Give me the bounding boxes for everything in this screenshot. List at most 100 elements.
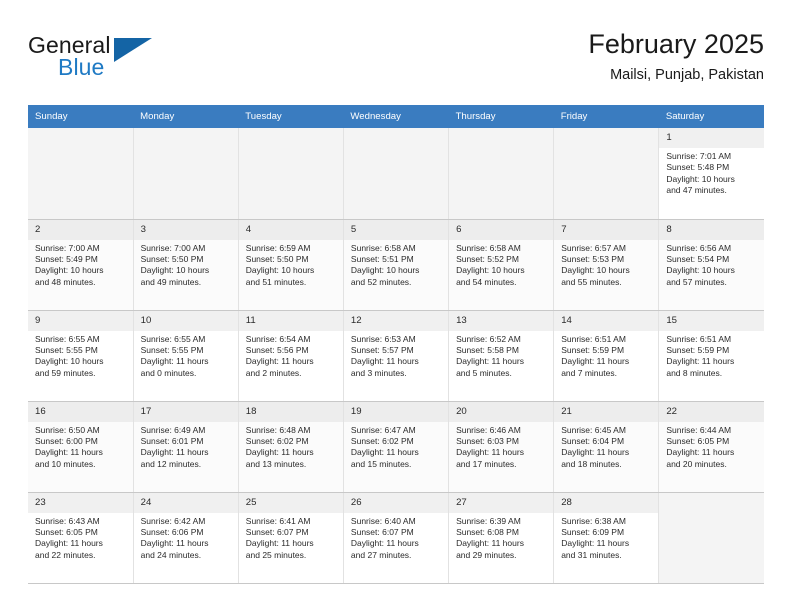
calendar-body: 1 Sunrise: 7:01 AM Sunset: 5:48 PM Daylight… [28,128,764,584]
day-details: Sunrise: 6:55 AM Sunset: 5:55 PM Daylight:… [134,331,238,380]
day-details: Sunrise: 6:41 AM Sunset: 6:07 PM Daylight:… [239,513,343,562]
sunrise-time: Sunrise: 6:38 AM [561,515,626,526]
daylight-duration-line2: and 27 minutes. [350,549,412,560]
calendar-day-cell[interactable]: 25 Sunrise: 6:41 AM Sunset: 6:07 PM Dayligh… [238,492,344,584]
calendar-day-cell[interactable]: 1 Sunrise: 7:01 AM Sunset: 5:48 PM Daylight… [658,128,764,220]
calendar-day-cell[interactable]: 7 Sunrise: 6:57 AM Sunset: 5:53 PM Daylight… [553,219,660,311]
day-number: 11 [238,310,343,331]
sunrise-time: Sunrise: 6:49 AM [140,424,206,435]
calendar-week-row: 16 Sunrise: 6:50 AM Sunset: 6:00 PM Dayligh… [28,401,764,493]
calendar-day-cell[interactable]: 19 Sunrise: 6:47 AM Sunset: 6:02 PM Dayligh… [343,401,450,493]
daylight-duration-line1: Daylight: 10 hours [35,356,104,367]
day-details: Sunrise: 6:51 AM Sunset: 5:59 PM Daylight:… [554,331,658,380]
calendar-day-cell[interactable]: 21 Sunrise: 6:45 AM Sunset: 6:04 PM Dayligh… [553,401,660,493]
daylight-duration-line2: and 24 minutes. [140,549,202,560]
daylight-duration-line1: Daylight: 10 hours [35,265,104,276]
calendar-day-cell[interactable]: 22 Sunrise: 6:44 AM Sunset: 6:05 PM Dayligh… [658,401,764,493]
day-number: 26 [343,492,449,513]
calendar-day-cell[interactable]: 13 Sunrise: 6:52 AM Sunset: 5:58 PM Dayligh… [448,310,555,402]
calendar-day-cell[interactable]: 23 Sunrise: 6:43 AM Sunset: 6:05 PM Dayligh… [28,492,134,584]
daylight-duration-line1: Daylight: 10 hours [561,265,630,276]
title-block: February 2025 Mailsi, Punjab, Pakistan [588,28,764,84]
calendar-day-cell[interactable]: 6 Sunrise: 6:58 AM Sunset: 5:52 PM Daylight… [448,219,555,311]
sunset-time: Sunset: 6:07 PM [245,526,309,537]
calendar-day-cell[interactable]: 15 Sunrise: 6:51 AM Sunset: 5:59 PM Dayligh… [658,310,764,402]
general-blue-logo[interactable]: General Blue [28,32,208,88]
day-number: 22 [659,401,764,422]
sunrise-time: Sunrise: 7:00 AM [35,242,100,253]
sunrise-time: Sunrise: 7:01 AM [666,151,732,161]
calendar-day-cell[interactable]: 17 Sunrise: 6:49 AM Sunset: 6:01 PM Dayligh… [133,401,239,493]
calendar-day-cell-empty [553,128,660,220]
calendar-day-cell[interactable]: 8 Sunrise: 6:56 AM Sunset: 5:54 PM Daylight… [658,219,764,311]
sunset-time: Sunset: 5:57 PM [350,344,414,355]
daylight-duration-line2: and 2 minutes. [245,367,302,378]
day-details: Sunrise: 6:48 AM Sunset: 6:02 PM Daylight:… [239,422,343,471]
calendar-week-row: 1 Sunrise: 7:01 AM Sunset: 5:48 PM Daylight… [28,128,764,220]
daylight-duration-line1: Daylight: 11 hours [456,356,524,367]
calendar-day-cell-empty [658,492,764,584]
daylight-duration-line2: and 57 minutes. [666,276,727,287]
sunset-time: Sunset: 5:49 PM [35,253,98,264]
day-details: Sunrise: 6:59 AM Sunset: 5:50 PM Daylight:… [239,240,343,289]
weekday-header-friday: Friday [553,105,659,128]
sunrise-time: Sunrise: 6:50 AM [35,424,100,435]
sunrise-time: Sunrise: 6:43 AM [35,515,100,526]
calendar-day-cell[interactable]: 11 Sunrise: 6:54 AM Sunset: 5:56 PM Dayligh… [238,310,344,402]
sunset-time: Sunset: 5:59 PM [666,344,730,355]
sunrise-time: Sunrise: 6:57 AM [561,242,626,253]
calendar-day-cell[interactable]: 24 Sunrise: 6:42 AM Sunset: 6:06 PM Dayligh… [133,492,239,584]
calendar-day-cell[interactable]: 10 Sunrise: 6:55 AM Sunset: 5:55 PM Dayligh… [133,310,239,402]
calendar-day-cell[interactable]: 27 Sunrise: 6:39 AM Sunset: 6:08 PM Dayligh… [448,492,555,584]
day-details: Sunrise: 6:50 AM Sunset: 6:00 PM Daylight:… [28,422,133,471]
day-number: 27 [449,492,554,513]
calendar-day-cell[interactable]: 18 Sunrise: 6:48 AM Sunset: 6:02 PM Dayligh… [238,401,344,493]
sunrise-time: Sunrise: 7:00 AM [140,242,206,253]
daylight-duration-line2: and 54 minutes. [456,276,517,287]
day-details: Sunrise: 6:47 AM Sunset: 6:02 PM Daylight:… [344,422,448,471]
daylight-duration-line1: Daylight: 11 hours [456,538,524,549]
calendar-day-cell[interactable]: 4 Sunrise: 6:59 AM Sunset: 5:50 PM Daylight… [238,219,344,311]
day-details: Sunrise: 6:57 AM Sunset: 5:53 PM Daylight:… [554,240,658,289]
sunset-time: Sunset: 6:02 PM [245,435,309,446]
sunset-time: Sunset: 6:03 PM [456,435,519,446]
day-details: Sunrise: 6:55 AM Sunset: 5:55 PM Daylight:… [28,331,133,380]
day-number: 5 [343,219,449,240]
sunset-time: Sunset: 6:04 PM [561,435,625,446]
daylight-duration-line1: Daylight: 11 hours [561,538,630,549]
daylight-duration-line1: Daylight: 11 hours [561,447,630,458]
sunrise-time: Sunrise: 6:58 AM [350,242,416,253]
calendar-day-cell[interactable]: 20 Sunrise: 6:46 AM Sunset: 6:03 PM Dayligh… [448,401,555,493]
calendar-day-cell-empty [238,128,344,220]
daylight-duration-line2: and 5 minutes. [456,367,512,378]
day-number: 8 [659,219,764,240]
day-details: Sunrise: 6:54 AM Sunset: 5:56 PM Daylight:… [239,331,343,380]
calendar-day-cell[interactable]: 28 Sunrise: 6:38 AM Sunset: 6:09 PM Dayligh… [553,492,660,584]
weekday-header-sunday: Sunday [28,105,134,128]
daylight-duration-line2: and 0 minutes. [140,367,197,378]
day-number: 17 [133,401,238,422]
calendar-day-cell[interactable]: 3 Sunrise: 7:00 AM Sunset: 5:50 PM Daylight… [133,219,239,311]
daylight-duration-line1: Daylight: 10 hours [456,265,525,276]
location-subtitle: Mailsi, Punjab, Pakistan [610,67,764,83]
calendar-day-cell[interactable]: 16 Sunrise: 6:50 AM Sunset: 6:00 PM Dayligh… [28,401,134,493]
day-details: Sunrise: 7:00 AM Sunset: 5:50 PM Daylight:… [134,240,238,289]
day-details: Sunrise: 6:39 AM Sunset: 6:08 PM Daylight:… [449,513,553,562]
day-details: Sunrise: 6:49 AM Sunset: 6:01 PM Daylight:… [134,422,238,471]
daylight-duration-line2: and 22 minutes. [35,549,96,560]
day-details: Sunrise: 6:40 AM Sunset: 6:07 PM Daylight:… [344,513,448,562]
calendar-day-cell[interactable]: 2 Sunrise: 7:00 AM Sunset: 5:49 PM Daylight… [28,219,134,311]
sunrise-time: Sunrise: 6:58 AM [456,242,521,253]
day-details: Sunrise: 6:45 AM Sunset: 6:04 PM Daylight:… [554,422,658,471]
sunset-time: Sunset: 5:54 PM [666,253,730,264]
day-number: 14 [554,310,659,331]
calendar-day-cell[interactable]: 5 Sunrise: 6:58 AM Sunset: 5:51 PM Daylight… [343,219,450,311]
daylight-duration-line2: and 59 minutes. [35,367,96,378]
calendar-day-cell[interactable]: 9 Sunrise: 6:55 AM Sunset: 5:55 PM Daylight… [28,310,134,402]
calendar-day-cell[interactable]: 14 Sunrise: 6:51 AM Sunset: 5:59 PM Dayligh… [553,310,660,402]
daylight-duration-line1: Daylight: 10 hours [245,265,315,276]
sunrise-time: Sunrise: 6:54 AM [245,333,311,344]
calendar-day-cell[interactable]: 12 Sunrise: 6:53 AM Sunset: 5:57 PM Dayligh… [343,310,450,402]
calendar-day-cell[interactable]: 26 Sunrise: 6:40 AM Sunset: 6:07 PM Dayligh… [343,492,450,584]
day-details: Sunrise: 6:52 AM Sunset: 5:58 PM Daylight:… [449,331,553,380]
